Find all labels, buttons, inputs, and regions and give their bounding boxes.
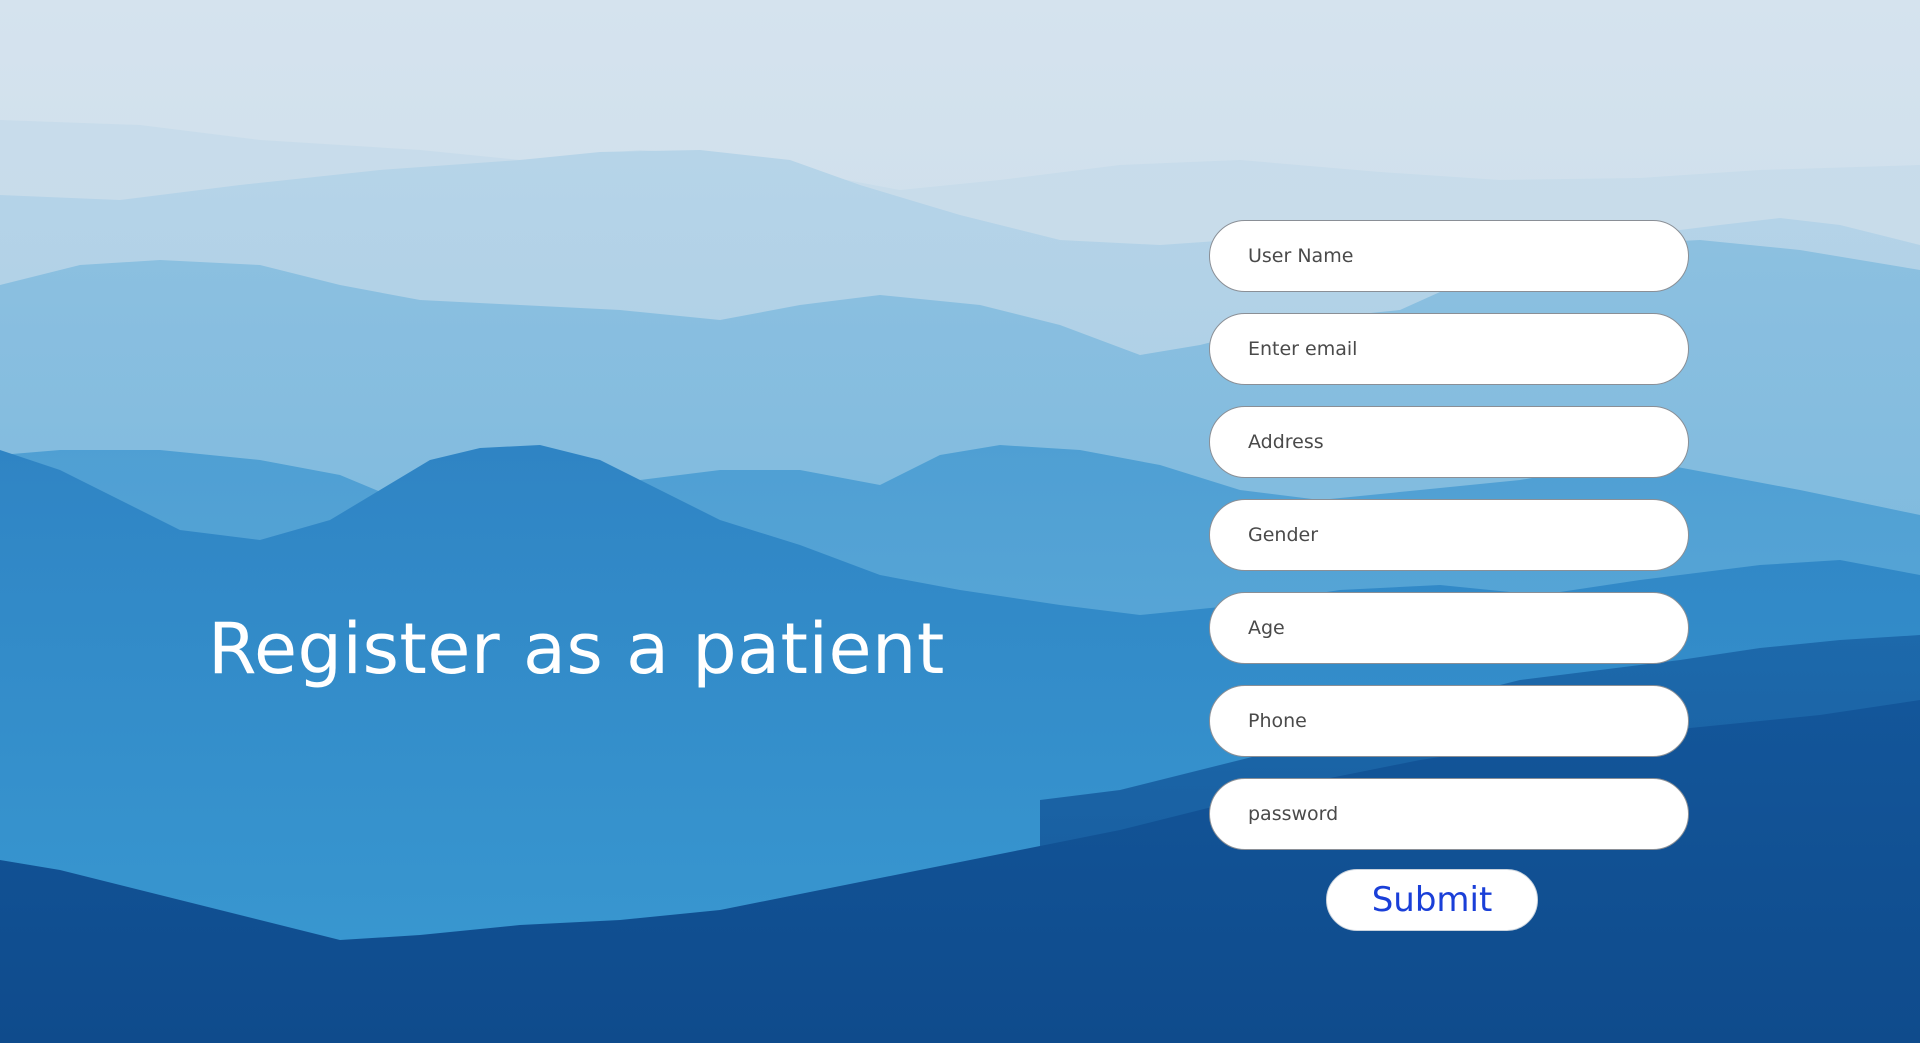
submit-button[interactable]: Submit <box>1326 869 1538 931</box>
age-input[interactable] <box>1209 592 1689 664</box>
address-input[interactable] <box>1209 406 1689 478</box>
page-title: Register as a patient <box>208 608 945 690</box>
phone-input[interactable] <box>1209 685 1689 757</box>
password-input[interactable] <box>1209 778 1689 850</box>
gender-input[interactable] <box>1209 499 1689 571</box>
registration-form: Submit <box>1209 220 1689 931</box>
email-input[interactable] <box>1209 313 1689 385</box>
username-input[interactable] <box>1209 220 1689 292</box>
submit-row: Submit <box>1209 869 1689 931</box>
registration-page: Register as a patient Submit <box>0 0 1920 1043</box>
